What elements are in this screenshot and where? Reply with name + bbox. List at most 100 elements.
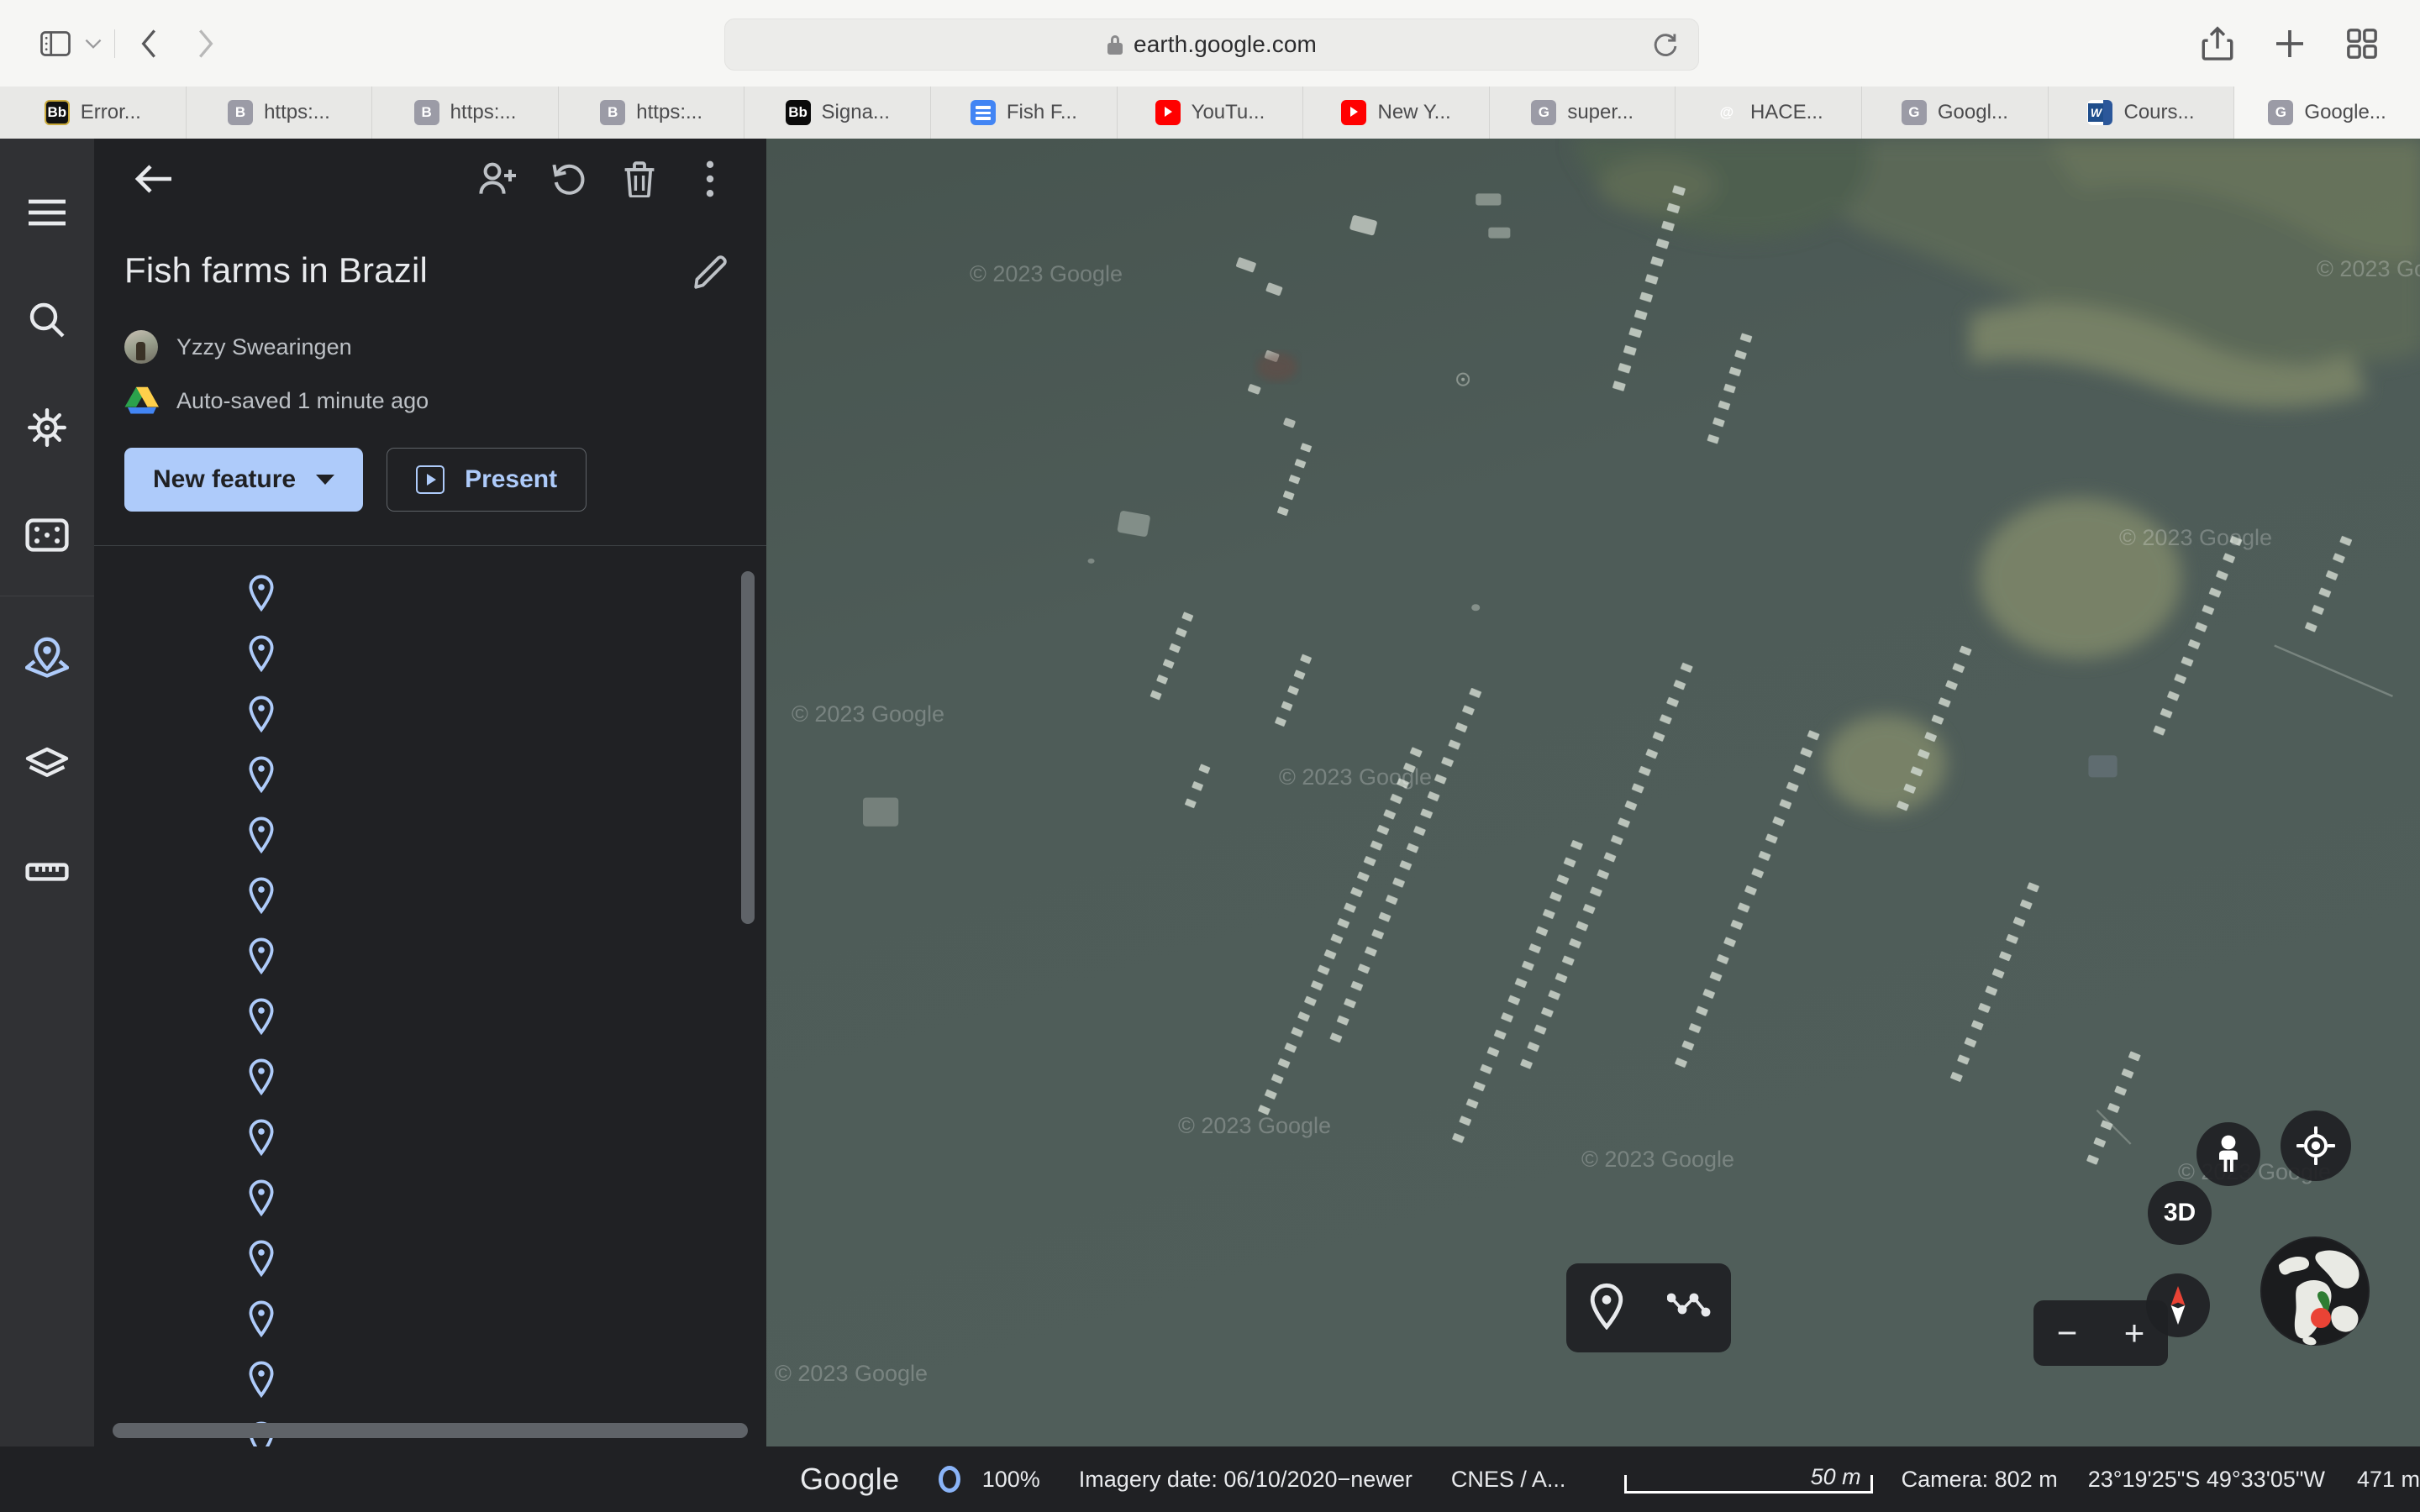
browser-tab[interactable]: Bhttps:... bbox=[186, 87, 373, 139]
plus-icon[interactable] bbox=[2270, 24, 2309, 63]
sidebar-toggle-icon[interactable] bbox=[32, 22, 79, 66]
tab-label: HACE... bbox=[1749, 101, 1823, 123]
street-view-pegman-icon[interactable] bbox=[2196, 1122, 2260, 1186]
elevation: 471 m bbox=[2356, 1466, 2420, 1492]
status-bar: Google 100% Imagery date: 06/10/2020−new… bbox=[0, 1446, 2420, 1512]
left-icon-rail bbox=[0, 139, 94, 1446]
placemark-icon bbox=[247, 816, 276, 854]
browser-tab[interactable]: Gsuper... bbox=[1489, 87, 1676, 139]
zoom-in-button[interactable]: + bbox=[2124, 1315, 2145, 1351]
tab-bar: Bb Error... Bhttps:... Bhttps:... Bhttps:… bbox=[0, 87, 2420, 139]
browser-tab[interactable]: New Y... bbox=[1303, 87, 1490, 139]
hamburger-menu-icon[interactable] bbox=[0, 159, 94, 266]
search-icon[interactable] bbox=[0, 266, 94, 374]
compass-icon[interactable] bbox=[2146, 1273, 2210, 1337]
owner-row: Yzzy Swearingen bbox=[124, 330, 736, 364]
browser-tab-active[interactable]: G Google... bbox=[2234, 87, 2420, 139]
browser-tab[interactable]: YouTu... bbox=[1117, 87, 1304, 139]
zoom-out-button[interactable]: − bbox=[2057, 1315, 2078, 1351]
imagery-date: Imagery date: 06/10/2020−newer bbox=[1078, 1466, 1413, 1492]
placemark-icon bbox=[247, 1179, 276, 1217]
back-button[interactable] bbox=[128, 152, 182, 206]
tab-label: Fish F... bbox=[1006, 101, 1077, 123]
new-feature-button[interactable]: New feature bbox=[124, 448, 364, 512]
browser-tab[interactable]: Bb Error... bbox=[0, 87, 187, 139]
tab-label: YouTu... bbox=[1191, 101, 1265, 123]
scale-bar: 50 m bbox=[1624, 1464, 1873, 1494]
placemark-icon bbox=[247, 635, 276, 673]
new-feature-label: New feature bbox=[153, 465, 297, 493]
person-add-icon[interactable] bbox=[472, 153, 524, 205]
tab-overview-icon[interactable] bbox=[2343, 24, 2381, 63]
browser-tab[interactable]: W Cours... bbox=[2048, 87, 2235, 139]
ruler-icon[interactable] bbox=[0, 818, 94, 926]
browser-toolbar: earth.google.com bbox=[0, 0, 2420, 87]
list-item[interactable] bbox=[94, 926, 766, 986]
word-icon: W bbox=[2087, 100, 2113, 125]
tab-label: Google... bbox=[2304, 101, 2386, 123]
my-location-icon[interactable] bbox=[2281, 1110, 2351, 1181]
google-icon: G bbox=[1531, 100, 1557, 125]
blackboard-icon: Bb bbox=[44, 100, 70, 125]
forward-arrow-icon[interactable] bbox=[177, 22, 233, 66]
tab-label: super... bbox=[1567, 101, 1634, 123]
list-item[interactable] bbox=[94, 1228, 766, 1289]
vertical-scrollbar[interactable] bbox=[741, 570, 755, 924]
google-docs-icon bbox=[970, 100, 996, 125]
list-item[interactable] bbox=[94, 1289, 766, 1349]
polyline-icon[interactable] bbox=[1666, 1289, 1711, 1328]
play-icon bbox=[416, 465, 445, 494]
list-item[interactable] bbox=[94, 1107, 766, 1168]
browser-tab[interactable]: Fish F... bbox=[931, 87, 1118, 139]
more-vertical-icon[interactable] bbox=[684, 153, 736, 205]
browser-tab[interactable]: Bb Signa... bbox=[744, 87, 932, 139]
present-label: Present bbox=[465, 465, 558, 493]
map-canvas[interactable]: © 2023 Google © 2023 Google © 2023 Googl… bbox=[766, 139, 2420, 1446]
address-bar-content: earth.google.com bbox=[1107, 31, 1317, 58]
tab-label: https:... bbox=[636, 101, 702, 123]
feature-list[interactable] bbox=[94, 546, 766, 1446]
list-item[interactable] bbox=[94, 744, 766, 805]
trash-icon[interactable] bbox=[613, 153, 666, 205]
pencil-icon[interactable] bbox=[687, 246, 736, 295]
list-item[interactable] bbox=[94, 805, 766, 865]
browser-tab[interactable]: @ HACE... bbox=[1676, 87, 1863, 139]
address-bar[interactable]: earth.google.com bbox=[724, 18, 1699, 71]
map-draw-toolbar bbox=[1566, 1263, 1731, 1352]
list-item[interactable] bbox=[94, 1349, 766, 1410]
back-arrow-icon[interactable] bbox=[122, 22, 177, 66]
browser-tab[interactable]: Bhttps:... bbox=[558, 87, 745, 139]
attribution[interactable]: CNES / A... bbox=[1451, 1467, 1566, 1493]
dice-icon[interactable] bbox=[0, 481, 94, 589]
coordinates: 23°19'25"S 49°33'05"W bbox=[2087, 1466, 2325, 1492]
undo-icon[interactable] bbox=[543, 153, 595, 205]
placemark-stack-icon[interactable] bbox=[0, 603, 94, 711]
toggle-3d-button[interactable]: 3D bbox=[2148, 1181, 2212, 1245]
list-item[interactable] bbox=[94, 865, 766, 926]
reload-icon[interactable] bbox=[1651, 32, 1680, 60]
list-item[interactable] bbox=[94, 1047, 766, 1107]
list-item[interactable] bbox=[94, 986, 766, 1047]
list-item[interactable] bbox=[94, 563, 766, 623]
horizontal-scrollbar[interactable] bbox=[113, 1423, 748, 1438]
google-icon: G bbox=[2268, 100, 2294, 125]
share-icon[interactable] bbox=[2198, 24, 2237, 63]
list-item[interactable] bbox=[94, 684, 766, 744]
browser-window: earth.google.com Bb Error... Bhttps:... B… bbox=[0, 0, 2420, 1512]
present-button[interactable]: Present bbox=[387, 448, 587, 512]
lock-icon bbox=[1107, 34, 1123, 55]
placemark-icon bbox=[247, 756, 276, 794]
tab-label: Cours... bbox=[2123, 101, 2195, 123]
placemark-icon[interactable] bbox=[1587, 1283, 1626, 1334]
placemark-icon bbox=[247, 1058, 276, 1096]
chevron-down-icon[interactable] bbox=[79, 22, 108, 66]
project-panel: Fish farms in Brazil Yzzy Swearingen Aut… bbox=[94, 139, 766, 1446]
ships-wheel-icon[interactable] bbox=[0, 374, 94, 481]
globe-view-button[interactable] bbox=[2260, 1236, 2370, 1346]
layers-icon[interactable] bbox=[0, 711, 94, 818]
list-item[interactable] bbox=[94, 623, 766, 684]
browser-tab[interactable]: Bhttps:... bbox=[372, 87, 559, 139]
browser-tab[interactable]: G Googl... bbox=[1862, 87, 2049, 139]
list-item[interactable] bbox=[94, 1168, 766, 1228]
avatar bbox=[124, 330, 158, 364]
